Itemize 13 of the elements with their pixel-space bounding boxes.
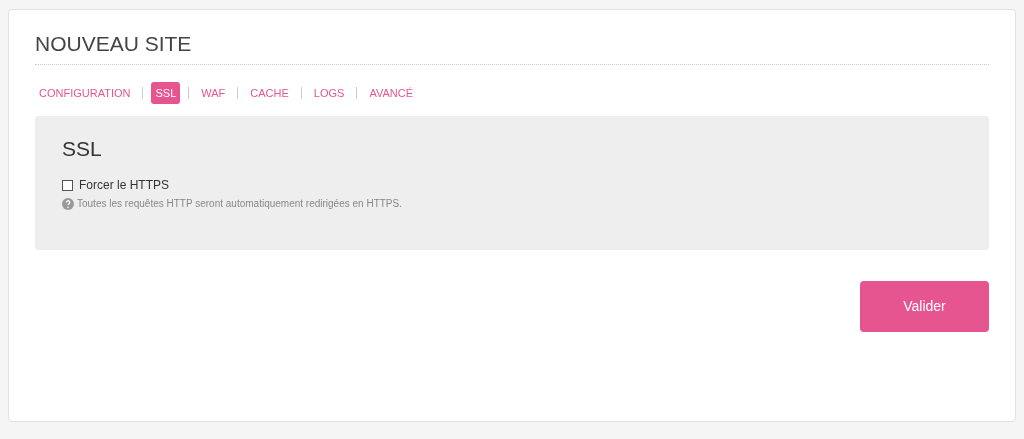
panel-heading: SSL [62, 136, 103, 162]
tab[interactable]: WAF [197, 82, 230, 104]
checkbox[interactable] [62, 179, 73, 191]
help-icon [62, 197, 74, 210]
page-title: NOUVEAU SITE [35, 30, 989, 65]
checkbox-label: Forcer le HTTPS [79, 177, 169, 194]
tab[interactable]: AVANCÉ [365, 82, 417, 104]
tab[interactable]: SSL [151, 82, 181, 104]
tab[interactable]: CACHE [246, 82, 293, 104]
tab[interactable]: CONFIGURATION [35, 82, 135, 104]
help-text: Toutes les requêtes HTTP seront automatiquement redirigées en HTTPS. [77, 197, 402, 211]
tab[interactable]: LOGS [309, 82, 349, 104]
submit-button[interactable]: Valider [860, 281, 989, 332]
